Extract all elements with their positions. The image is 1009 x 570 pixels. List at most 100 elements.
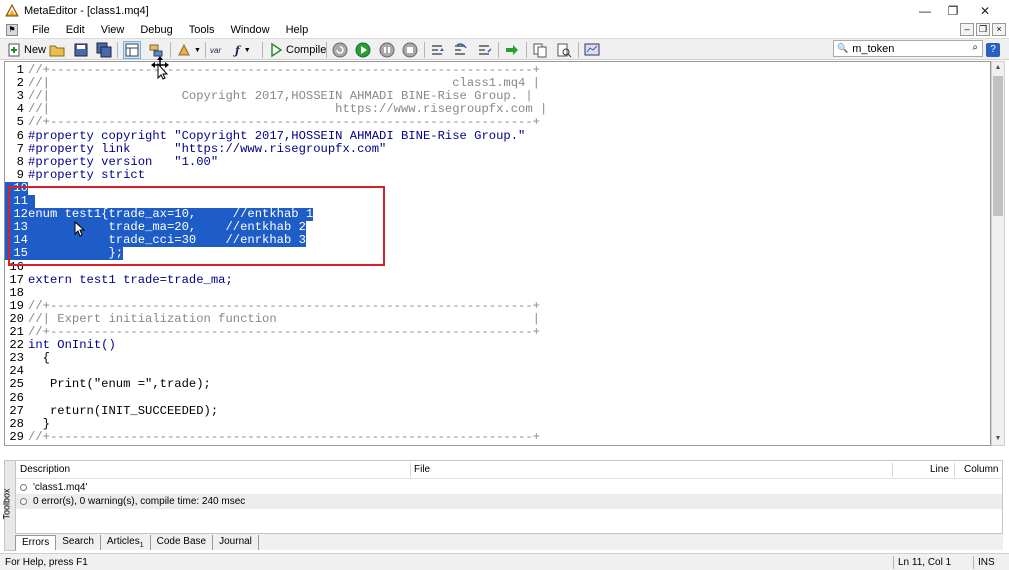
tab-code-base[interactable]: Code Base bbox=[151, 535, 214, 550]
minimize-button[interactable]: — bbox=[910, 0, 940, 22]
code-line[interactable]: 23 { bbox=[5, 352, 990, 365]
code-line[interactable]: 9 #property strict bbox=[5, 168, 990, 182]
code-text: //| Copyright 2017,HOSSEIN AHMADI BINE-R… bbox=[28, 89, 533, 104]
code-text: //| Expert initialization function | bbox=[28, 311, 540, 326]
code-line[interactable]: 8 #property version "1.00" bbox=[5, 155, 990, 169]
tab-errors[interactable]: Errors bbox=[15, 535, 57, 550]
code-line[interactable]: 29 //+-----------------------------------… bbox=[5, 429, 990, 444]
menu-help[interactable]: Help bbox=[278, 24, 317, 36]
search-input[interactable] bbox=[852, 42, 963, 55]
scrollbar-thumb[interactable] bbox=[993, 76, 1003, 216]
step-over-button[interactable] bbox=[453, 41, 469, 59]
menu-debug[interactable]: Debug bbox=[132, 24, 180, 36]
function-icon: ƒ bbox=[235, 43, 240, 57]
code-editor[interactable]: 1 //+------------------------------------… bbox=[4, 61, 991, 446]
error-row[interactable]: 'class1.mq4' bbox=[16, 480, 1002, 495]
status-insert-mode: INS bbox=[978, 557, 995, 568]
code-line[interactable]: 14 trade_cci=30 //enrkhab 3 bbox=[5, 234, 990, 248]
code-line[interactable]: 27 return(INIT_SUCCEEDED); bbox=[5, 404, 990, 418]
mdi-minimize-button[interactable]: – bbox=[960, 23, 974, 36]
code-line[interactable]: 6 #property copyright "Copyright 2017,HOS… bbox=[5, 128, 990, 143]
save-button[interactable] bbox=[73, 41, 89, 59]
help-button[interactable]: ? bbox=[986, 41, 1000, 59]
column-header-line[interactable]: Line bbox=[930, 464, 949, 475]
search-field-icon: 🔍 bbox=[837, 43, 849, 53]
document-icon[interactable]: ⚑ bbox=[6, 24, 18, 36]
code-line[interactable]: 17 extern test1 trade=trade_ma; bbox=[5, 273, 990, 287]
line-number: 28 bbox=[9, 416, 24, 431]
step-into-button[interactable] bbox=[430, 41, 446, 59]
scroll-down-icon[interactable]: ▼ bbox=[992, 433, 1004, 445]
code-line[interactable]: 19 //+-----------------------------------… bbox=[5, 299, 990, 313]
debug-restart-button[interactable] bbox=[332, 41, 348, 59]
new-button[interactable]: New bbox=[6, 41, 46, 59]
code-line[interactable]: 7 #property link "https://www.risegroupfx… bbox=[5, 141, 990, 156]
line-number: 5 bbox=[16, 115, 24, 130]
code-line[interactable]: 24 bbox=[5, 365, 990, 378]
line-number: 12 bbox=[5, 208, 28, 222]
code-line[interactable]: 22 int OnInit() bbox=[5, 339, 990, 352]
menu-edit[interactable]: Edit bbox=[58, 24, 93, 36]
code-line[interactable]: 15 }; bbox=[5, 247, 990, 261]
mdi-close-button[interactable]: × bbox=[992, 23, 1006, 36]
function-button[interactable]: ƒ ▼ bbox=[235, 41, 251, 59]
copy-icon bbox=[532, 42, 548, 58]
step-out-button[interactable] bbox=[477, 41, 493, 59]
navigator-toggle-button[interactable] bbox=[123, 41, 141, 59]
scroll-up-icon[interactable]: ▲ bbox=[992, 62, 1004, 74]
compile-button[interactable]: Compile bbox=[268, 41, 326, 59]
styler-button[interactable]: ▼ bbox=[176, 41, 201, 59]
open-button[interactable] bbox=[49, 41, 65, 59]
code-line[interactable]: 4 //| https://www.risegroupfx.com | bbox=[5, 103, 990, 116]
pause-button[interactable] bbox=[379, 41, 395, 59]
menu-bar: ⚑ File Edit View Debug Tools Window Help bbox=[0, 22, 1009, 38]
terminal-button[interactable] bbox=[584, 41, 600, 59]
error-row[interactable]: 0 error(s), 0 warning(s), compile time: … bbox=[16, 494, 1002, 509]
run-to-cursor-button[interactable] bbox=[504, 41, 520, 59]
tab-articles[interactable]: Articles1 bbox=[101, 535, 151, 550]
code-line[interactable]: 16 bbox=[5, 260, 990, 274]
find-file-icon bbox=[556, 42, 572, 58]
mdi-restore-button[interactable]: ❐ bbox=[976, 23, 990, 36]
column-header-column[interactable]: Column bbox=[964, 464, 998, 475]
code-line[interactable]: 18 bbox=[5, 285, 990, 300]
column-header-description[interactable]: Description bbox=[20, 464, 70, 475]
code-line[interactable]: 20 //| Expert initialization function | bbox=[5, 311, 990, 326]
search-box[interactable]: 🔍 ⌕ bbox=[833, 40, 983, 57]
code-text: //+-------------------------------------… bbox=[28, 115, 540, 130]
copy-button[interactable] bbox=[532, 41, 548, 59]
code-line[interactable]: 11 bbox=[5, 195, 990, 208]
find-file-button[interactable] bbox=[556, 41, 572, 59]
code-line[interactable]: 3 //| Copyright 2017,HOSSEIN AHMADI BINE-… bbox=[5, 90, 990, 103]
line-number: 6 bbox=[16, 128, 24, 143]
code-line[interactable]: 26 bbox=[5, 391, 990, 405]
code-line[interactable]: 5 //+------------------------------------… bbox=[5, 116, 990, 129]
code-line[interactable]: 12 enum test1{trade_ax=10, //entkhab 1 bbox=[5, 208, 990, 222]
close-button[interactable]: ✕ bbox=[970, 0, 1000, 22]
maximize-button[interactable]: ❐ bbox=[938, 0, 968, 22]
code-line[interactable]: 21 //+-----------------------------------… bbox=[5, 326, 990, 339]
stop-button[interactable] bbox=[402, 41, 418, 59]
line-number: 18 bbox=[9, 285, 24, 300]
menu-tools[interactable]: Tools bbox=[181, 24, 223, 36]
start-debug-button[interactable] bbox=[355, 41, 371, 59]
tab-search[interactable]: Search bbox=[56, 535, 101, 550]
code-text: #property link "https://www.risegroupfx.… bbox=[28, 141, 387, 156]
tab-journal[interactable]: Journal bbox=[213, 535, 259, 550]
variables-button[interactable]: var bbox=[210, 41, 221, 59]
menu-window[interactable]: Window bbox=[222, 24, 277, 36]
arrow-right-icon bbox=[504, 42, 520, 58]
step-into-icon bbox=[430, 42, 446, 58]
editor-scrollbar[interactable]: ▲ ▼ bbox=[991, 61, 1005, 446]
code-line[interactable]: 10 bbox=[5, 181, 990, 195]
menu-file[interactable]: File bbox=[24, 24, 58, 36]
save-all-button[interactable] bbox=[96, 41, 112, 59]
column-header-file[interactable]: File bbox=[414, 464, 430, 475]
code-line[interactable]: 25 Print("enum =",trade); bbox=[5, 378, 990, 391]
code-text: //+-------------------------------------… bbox=[28, 429, 540, 444]
menu-view[interactable]: View bbox=[93, 24, 133, 36]
search-icon[interactable]: ⌕ bbox=[972, 42, 978, 53]
code-line[interactable]: 13 trade_ma=20, //entkhab 2 bbox=[5, 221, 990, 235]
new-button-label: New bbox=[24, 44, 47, 56]
code-line[interactable]: 28 } bbox=[5, 416, 990, 431]
